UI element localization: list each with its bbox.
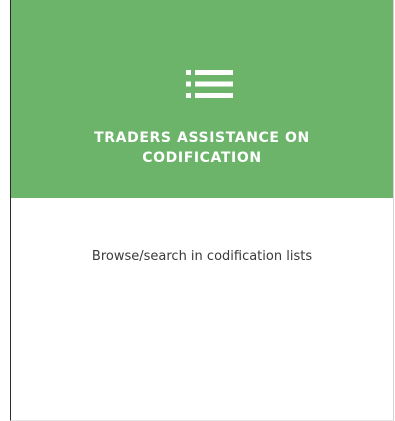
card-description: Browse/search in codification lists [91, 249, 313, 264]
traders-assistance-card[interactable]: TRADERS ASSISTANCE ON CODIFICATION Brows… [10, 0, 394, 421]
list-icon [186, 70, 233, 98]
card-title-line-2: CODIFICATION [142, 150, 262, 166]
card-title: TRADERS ASSISTANCE ON CODIFICATION [11, 128, 393, 168]
card-title-line-1: TRADERS ASSISTANCE ON [94, 130, 310, 146]
card-header: TRADERS ASSISTANCE ON CODIFICATION [11, 0, 393, 198]
